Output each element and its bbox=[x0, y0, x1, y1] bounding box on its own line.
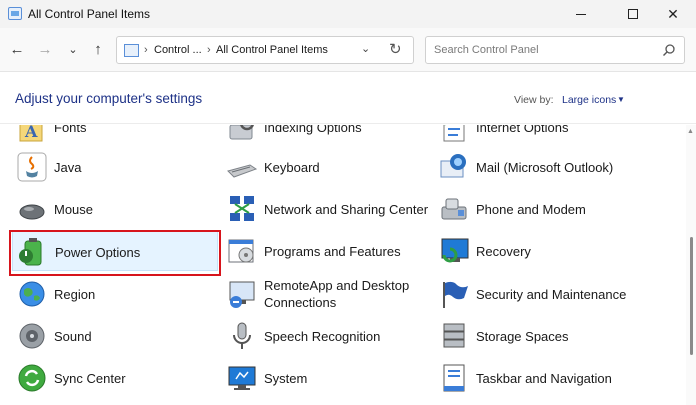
item-internet-options[interactable]: Internet Options bbox=[434, 125, 644, 147]
item-recovery[interactable]: Recovery bbox=[434, 231, 644, 271]
control-panel-app-icon bbox=[8, 7, 22, 20]
control-panel-items: A Fonts Indexing Options Internet Option… bbox=[0, 125, 686, 405]
fonts-icon: A bbox=[19, 125, 43, 142]
region-icon bbox=[19, 281, 45, 307]
item-speech-recognition[interactable]: Speech Recognition bbox=[222, 316, 432, 356]
item-indexing-options[interactable]: Indexing Options bbox=[222, 125, 432, 147]
java-icon bbox=[17, 152, 47, 182]
mail-icon bbox=[440, 154, 466, 178]
item-keyboard[interactable]: Keyboard bbox=[222, 147, 432, 187]
vertical-scrollbar[interactable]: ▲ bbox=[686, 125, 696, 405]
item-sound[interactable]: Sound bbox=[12, 316, 222, 356]
caret-down-icon[interactable]: ▼ bbox=[617, 95, 625, 104]
address-dropdown-icon[interactable]: ⌄ bbox=[361, 42, 370, 55]
mouse-icon bbox=[19, 204, 45, 220]
search-placeholder: Search Control Panel bbox=[434, 44, 539, 56]
item-fonts[interactable]: A Fonts bbox=[12, 125, 222, 147]
storage-icon bbox=[443, 323, 465, 348]
control-panel-icon bbox=[124, 44, 139, 57]
phone-modem-icon bbox=[441, 198, 467, 220]
arrow-right-icon: → bbox=[37, 40, 53, 58]
title-bar: All Control Panel Items ✕ bbox=[0, 0, 696, 28]
internet-options-icon bbox=[443, 125, 465, 142]
indexing-icon bbox=[229, 125, 254, 140]
item-storage-spaces[interactable]: Storage Spaces bbox=[434, 316, 644, 356]
forward-button[interactable]: → bbox=[34, 38, 56, 60]
search-icon bbox=[663, 44, 675, 56]
taskbar-icon bbox=[443, 364, 465, 392]
keyboard-icon bbox=[227, 164, 258, 178]
network-icon bbox=[230, 196, 254, 221]
refresh-icon[interactable]: ↻ bbox=[389, 40, 402, 58]
close-button[interactable]: ✕ bbox=[650, 0, 696, 28]
item-network-sharing[interactable]: Network and Sharing Center bbox=[222, 189, 432, 229]
item-sync-center[interactable]: Sync Center bbox=[12, 358, 222, 398]
scrollbar-thumb[interactable] bbox=[690, 237, 693, 355]
navigation-bar: ← → ⌄ ↑ › Control ... › All Control Pane… bbox=[0, 28, 696, 72]
item-mail[interactable]: Mail (Microsoft Outlook) bbox=[434, 147, 644, 187]
up-button[interactable]: ↑ bbox=[87, 38, 109, 60]
programs-icon bbox=[228, 239, 254, 263]
view-by-label: View by: bbox=[514, 94, 554, 106]
sync-icon bbox=[18, 364, 46, 392]
item-java[interactable]: Java bbox=[12, 147, 222, 187]
sound-icon bbox=[19, 323, 45, 349]
highlight-box bbox=[9, 230, 221, 276]
item-region[interactable]: Region bbox=[12, 274, 222, 314]
item-mouse[interactable]: Mouse bbox=[12, 189, 222, 229]
breadcrumb-separator-icon: › bbox=[207, 44, 211, 56]
breadcrumb-all-items[interactable]: All Control Panel Items bbox=[216, 44, 328, 56]
item-phone-modem[interactable]: Phone and Modem bbox=[434, 189, 644, 229]
item-remoteapp[interactable]: RemoteApp and Desktop Connections bbox=[222, 274, 432, 314]
page-title: Adjust your computer's settings bbox=[15, 91, 203, 106]
minimize-button[interactable] bbox=[558, 0, 604, 28]
system-icon bbox=[228, 366, 256, 390]
window-title: All Control Panel Items bbox=[28, 7, 151, 21]
item-security-maintenance[interactable]: Security and Maintenance bbox=[434, 274, 644, 314]
maximize-icon bbox=[628, 9, 638, 19]
back-button[interactable]: ← bbox=[6, 38, 28, 60]
close-icon: ✕ bbox=[667, 5, 679, 22]
breadcrumb-control-panel[interactable]: Control ... bbox=[154, 44, 202, 56]
item-taskbar-navigation[interactable]: Taskbar and Navigation bbox=[434, 358, 644, 398]
item-system[interactable]: System bbox=[222, 358, 432, 398]
arrow-up-icon: ↑ bbox=[94, 40, 102, 58]
microphone-icon bbox=[233, 322, 251, 349]
search-input[interactable]: Search Control Panel bbox=[425, 36, 685, 64]
arrow-left-icon: ← bbox=[9, 40, 25, 58]
item-programs-features[interactable]: Programs and Features bbox=[222, 231, 432, 271]
recent-locations-button[interactable]: ⌄ bbox=[62, 38, 84, 60]
address-bar[interactable]: › Control ... › All Control Panel Items … bbox=[116, 36, 414, 64]
minimize-icon bbox=[576, 13, 586, 15]
view-by-dropdown[interactable]: Large icons bbox=[562, 94, 616, 106]
remoteapp-icon bbox=[229, 281, 255, 308]
svg-text:A: A bbox=[24, 125, 38, 141]
recovery-icon bbox=[441, 238, 469, 263]
security-flag-icon bbox=[443, 281, 468, 308]
breadcrumb-separator-icon: › bbox=[144, 44, 148, 56]
chevron-down-icon: ⌄ bbox=[68, 43, 78, 56]
content-header: Adjust your computer's settings View by:… bbox=[0, 72, 696, 124]
scroll-up-icon[interactable]: ▲ bbox=[687, 128, 694, 135]
